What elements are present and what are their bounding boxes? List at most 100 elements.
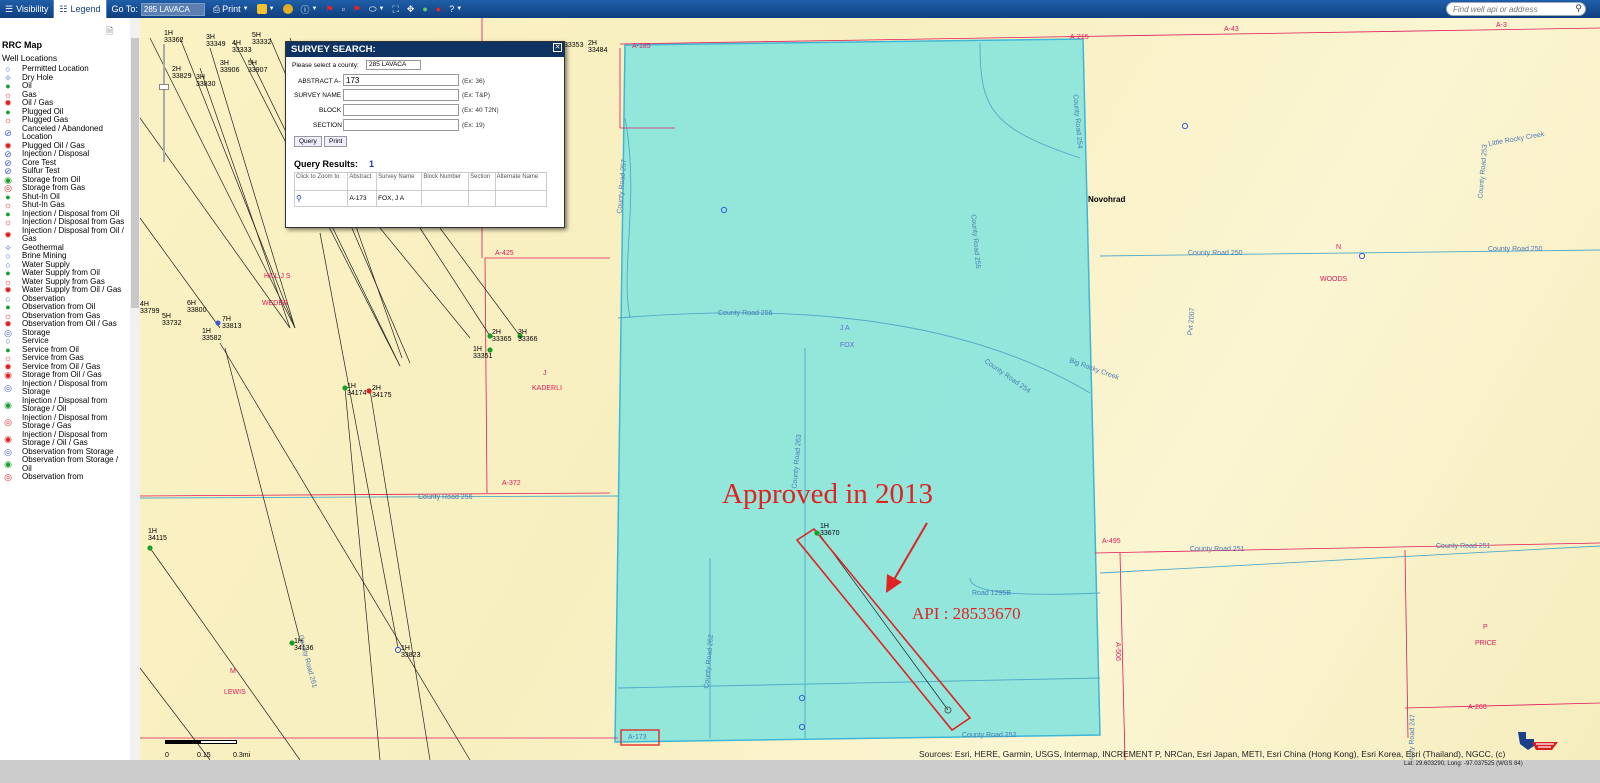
abstract-label: A-43 (1224, 26, 1239, 33)
zoom-handle[interactable] (159, 84, 169, 90)
legend-item-label: Injection / Disposal from Storage / Oil (22, 395, 108, 413)
query-button[interactable]: Query (294, 136, 322, 147)
goto-input[interactable] (140, 2, 205, 16)
results-count: 1 (369, 159, 375, 169)
stop-button[interactable]: ● (436, 4, 441, 14)
basemap-icon (256, 4, 267, 14)
legend-list: ○ Permitted Location ✧ Dry Hole ● Oil ☼ Gas ✹ Oil… (0, 64, 139, 482)
legend-scroll-thumb[interactable] (131, 38, 139, 308)
legend-title: RRC Map (2, 40, 42, 50)
abstract-label: A-425 (495, 250, 514, 257)
road-label: County Road 256 (718, 310, 773, 317)
survey-name-input[interactable] (343, 89, 459, 101)
visibility-label: Visibility (16, 4, 49, 14)
help-icon: ? (449, 4, 455, 14)
marker-button[interactable]: ⚑ (353, 4, 361, 15)
crosshair-icon: ✥ (406, 3, 415, 14)
legend-item-label: Injection / Disposal from Storage (22, 378, 108, 396)
road-label: County Road 250 (1188, 250, 1243, 257)
flag-icon: ⚑ (325, 3, 334, 14)
marker-icon: ⚑ (352, 3, 361, 14)
abstract-label: A-3 (1496, 22, 1507, 29)
legend-item-label: Canceled / Abandoned Location (22, 123, 103, 141)
visibility-tab[interactable]: ☰ Visibility (0, 0, 55, 18)
abstract-label: A-506 (1113, 642, 1121, 661)
legend-item: ◉ Injection / Disposal from Storage / Oil… (0, 430, 139, 448)
road-label: Road 1295B (972, 590, 1011, 597)
county-select[interactable]: 285 LAVACA (366, 60, 421, 70)
road-label: County Road 252 (962, 732, 1017, 739)
extent-button[interactable]: ⛶ (393, 4, 399, 15)
layers-button[interactable] (282, 4, 293, 14)
well-label: 3H 33830 (196, 74, 216, 88)
chevron-down-icon: ▼ (242, 6, 249, 12)
legend-symbol-icon: ◎ (4, 382, 12, 393)
block-input[interactable] (343, 104, 459, 116)
field-label: ABSTRACT A- (298, 78, 341, 85)
measure-button[interactable]: ⬭ ▼ (369, 4, 385, 15)
well-label: 1H 33582 (202, 328, 222, 342)
coordinate-readout: Lat: 29.603290, Long: -97.037525 (WGS 84… (1404, 761, 1523, 767)
legend-item-label: Observation from Storage / Oil (22, 455, 119, 473)
chevron-down-icon: ▼ (268, 6, 275, 12)
survey-label: M (230, 668, 236, 675)
well-label: 1H 34174 (347, 383, 367, 397)
print-button[interactable]: ⎙ Print ▼ (213, 4, 249, 15)
zoom-to-icon[interactable]: ⚲ (296, 194, 302, 203)
legend-icon: ☷ (59, 3, 68, 14)
zoom-cell[interactable]: ⚲ (293, 190, 349, 207)
legend-item-label: Dry Hole (22, 72, 54, 82)
pdf-icon[interactable]: 🗎 (106, 24, 113, 40)
legend-item: ● Oil (0, 81, 139, 91)
legend-item-label: Injection / Disposal from Oil / Gas (22, 225, 124, 243)
survey-label: J (543, 370, 547, 377)
help-button[interactable]: ? ▼ (449, 4, 462, 14)
legend-item: ○ Permitted Location (0, 64, 139, 74)
well-label: 2H 33484 (588, 40, 608, 54)
scale-mid: 0.15 (197, 752, 211, 759)
section-input[interactable] (343, 119, 459, 131)
legend-symbol-icon: ◉ (4, 459, 12, 470)
abstract-label: A-372 (502, 480, 521, 487)
column-header: Section (468, 172, 496, 191)
well-label: 1H 34115 (148, 528, 167, 542)
close-icon[interactable]: ✕ (553, 43, 562, 52)
abstract-input[interactable] (343, 74, 459, 86)
legend-symbol-icon: ⊘ (4, 127, 12, 138)
legend-item: ◉ Injection / Disposal from Storage / Oil (0, 395, 139, 414)
selected-abstract-label: A-173 (628, 734, 647, 741)
field-label: SURVEY NAME (294, 92, 342, 99)
survey-label: FOX (840, 342, 855, 349)
identify-button[interactable]: ⓘ ▼ (301, 3, 318, 16)
legend-item: ✹ Observation from Oil / Gas (0, 319, 139, 329)
survey-search-dialog: SURVEY SEARCH: ✕ Please select a county:… (285, 41, 565, 228)
legend-item: ⊘ Core Test (0, 158, 139, 168)
pan-button[interactable]: ✥ (407, 4, 415, 15)
search-icon[interactable]: ⚲ (1575, 3, 1582, 14)
scale-end: 0.3mi (233, 752, 251, 759)
place-label: Novohrad (1088, 195, 1126, 204)
search-input[interactable] (1446, 2, 1586, 16)
well-label: 3H 33366 (518, 329, 538, 343)
flag-button[interactable]: ⚑ (326, 4, 334, 15)
chevron-down-icon: ▼ (378, 6, 385, 12)
well-label: 3H 33349 (206, 34, 226, 48)
field-label: BLOCK (319, 107, 342, 114)
basemap-button[interactable]: ▼ (256, 4, 275, 14)
legend-scrollbar[interactable] (130, 18, 140, 760)
survey-label: J A (840, 325, 850, 332)
print-label: Print (222, 4, 241, 14)
print-button[interactable]: Print (324, 136, 348, 147)
globe-button[interactable]: ● (422, 4, 427, 14)
road-label: County Road 251 (1436, 543, 1491, 550)
well-label: 6H 33800 (187, 300, 207, 314)
clear-button[interactable]: ▫ (342, 4, 345, 14)
legend-symbol-icon: ◎ (4, 472, 12, 482)
legend-symbol-icon: ◉ (4, 370, 12, 380)
survey-label: LEWIS (224, 689, 246, 696)
well-label: 33353 (564, 42, 584, 49)
survey-label: HILL J S (264, 273, 291, 280)
well-label: 4H 33799 (140, 301, 160, 315)
zoom-slider[interactable] (158, 44, 170, 162)
legend-tab[interactable]: ☷ Legend (54, 0, 107, 18)
